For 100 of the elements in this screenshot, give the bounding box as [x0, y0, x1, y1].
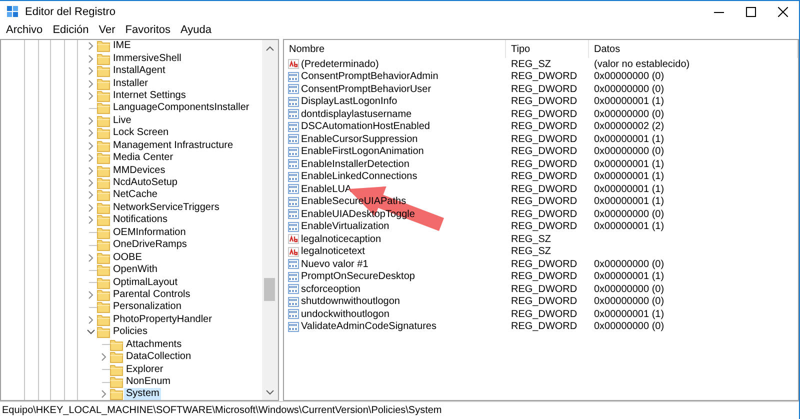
- folder-icon: [97, 189, 110, 202]
- menu-item[interactable]: Favoritos: [121, 24, 175, 36]
- expand-icon[interactable]: [87, 42, 95, 50]
- tree-item[interactable]: NetworkServiceTriggers: [111, 202, 222, 214]
- column-header[interactable]: Nombre: [284, 40, 506, 58]
- maximize-icon[interactable]: [746, 6, 756, 16]
- value-type: REG_DWORD: [511, 171, 578, 182]
- scroll-up-icon[interactable]: [266, 46, 274, 50]
- tree-item[interactable]: Notifications: [111, 214, 170, 226]
- tree-item[interactable]: IME: [111, 40, 133, 52]
- tree-item[interactable]: DataCollection: [124, 351, 194, 364]
- value-name[interactable]: DisplayLastLogonInfo: [301, 96, 398, 108]
- folder-icon: [97, 140, 110, 152]
- expand-icon[interactable]: [87, 166, 95, 175]
- value-name[interactable]: EnableFirstLogonAnimation: [301, 146, 424, 158]
- value-name[interactable]: EnableInstallerDetection: [301, 158, 410, 170]
- value-name[interactable]: Nuevo valor #1: [301, 258, 368, 270]
- value-name[interactable]: EnableCursorSuppression: [301, 134, 418, 145]
- value-data: 0x00000000 (0): [594, 284, 664, 295]
- tree-item[interactable]: Explorer: [124, 364, 166, 376]
- column-header[interactable]: Tipo: [506, 40, 589, 58]
- expand-icon[interactable]: [87, 129, 95, 138]
- menu-item[interactable]: Ayuda: [176, 24, 216, 36]
- value-name[interactable]: scforceoption: [301, 284, 360, 295]
- tree-item[interactable]: NetCache: [111, 189, 160, 202]
- value-name[interactable]: ValidateAdminCodeSignatures: [301, 321, 436, 332]
- tree-item[interactable]: Installer: [111, 78, 150, 90]
- tree-item[interactable]: NcdAutoSetup: [111, 177, 180, 190]
- scroll-down-icon[interactable]: [266, 390, 274, 394]
- value-name[interactable]: EnableLinkedConnections: [301, 171, 418, 182]
- tree-item[interactable]: Attachments: [124, 338, 184, 351]
- expand-icon[interactable]: [87, 67, 95, 76]
- string-value-icon: [288, 246, 299, 257]
- collapse-icon[interactable]: [87, 328, 95, 336]
- column-header[interactable]: Datos: [589, 40, 798, 58]
- tree-item[interactable]: Internet Settings: [111, 90, 188, 102]
- expand-icon[interactable]: [87, 254, 95, 262]
- value-data: 0x00000000 (0): [594, 71, 664, 82]
- folder-icon: [97, 127, 110, 140]
- expand-icon[interactable]: [87, 116, 95, 125]
- tree-item[interactable]: OOBE: [111, 252, 144, 264]
- expand-icon[interactable]: [87, 154, 95, 162]
- expand-icon[interactable]: [87, 54, 95, 63]
- scroll-thumb[interactable]: [264, 278, 275, 301]
- value-name[interactable]: dontdisplaylastusername: [301, 108, 412, 120]
- tree-item[interactable]: MMDevices: [111, 164, 168, 177]
- expand-icon[interactable]: [87, 316, 95, 324]
- value-name[interactable]: ConsentPromptBehaviorAdmin: [301, 71, 438, 82]
- expand-icon[interactable]: [87, 179, 95, 188]
- tree-item[interactable]: Management Infrastructure: [111, 140, 236, 152]
- value-name[interactable]: PromptOnSecureDesktop: [301, 271, 415, 282]
- expand-icon[interactable]: [100, 353, 108, 362]
- tree-item[interactable]: System: [124, 388, 162, 400]
- scrollbar[interactable]: [262, 40, 278, 400]
- tree-item[interactable]: PhotoPropertyHandler: [111, 314, 214, 326]
- expand-icon[interactable]: [87, 142, 95, 150]
- tree-item[interactable]: Personalization: [111, 301, 184, 314]
- tree-item[interactable]: ImmersiveShell: [111, 52, 184, 65]
- tree-item[interactable]: OneDriveRamps: [111, 239, 189, 252]
- value-name[interactable]: legalnoticetext: [301, 246, 365, 258]
- tree-item[interactable]: Lock Screen: [111, 127, 171, 140]
- binary-value-icon: [288, 322, 299, 332]
- tree-item[interactable]: LanguageComponentsInstaller: [111, 102, 252, 114]
- value-name[interactable]: (Predeterminado): [301, 58, 379, 70]
- tree-item[interactable]: OpenWith: [111, 264, 160, 276]
- expand-icon[interactable]: [100, 390, 108, 398]
- value-data: 0x00000001 (1): [594, 271, 664, 282]
- expand-icon[interactable]: [87, 92, 95, 100]
- menu-item[interactable]: Ver: [94, 24, 120, 36]
- expand-icon[interactable]: [87, 216, 95, 224]
- tree-item[interactable]: Parental Controls: [111, 288, 192, 301]
- value-name[interactable]: DSCAutomationHostEnabled: [301, 121, 430, 132]
- tree-item[interactable]: InstallAgent: [111, 65, 168, 78]
- status-path: Equipo\HKEY_LOCAL_MACHINE\SOFTWARE\Microsoft\Windows\CurrentVersion\Policies\System: [2, 405, 442, 416]
- menu-item[interactable]: Archivo: [2, 24, 47, 36]
- value-name[interactable]: shutdownwithoutlogon: [301, 296, 400, 308]
- value-name[interactable]: ConsentPromptBehaviorUser: [301, 84, 432, 95]
- tree-item[interactable]: Policies: [111, 326, 150, 338]
- tree-item[interactable]: Media Center: [111, 152, 176, 164]
- menu-item[interactable]: Edición: [48, 24, 93, 36]
- expand-icon[interactable]: [87, 204, 95, 212]
- tree-item[interactable]: NonEnum: [124, 376, 172, 388]
- folder-icon: [97, 78, 110, 90]
- expand-icon[interactable]: [87, 80, 95, 88]
- value-name[interactable]: legalnoticecaption: [301, 234, 382, 245]
- folder-icon: [97, 102, 110, 114]
- tree-item[interactable]: OptimalLayout: [111, 276, 180, 289]
- value-name[interactable]: undockwithoutlogon: [301, 308, 390, 320]
- expand-icon[interactable]: [87, 191, 95, 200]
- expand-icon[interactable]: [87, 290, 95, 299]
- close-icon[interactable]: [778, 6, 788, 16]
- value-name[interactable]: EnableVirtualization: [301, 221, 390, 232]
- value-type: REG_DWORD: [511, 296, 578, 308]
- tree-item[interactable]: Live: [111, 114, 134, 127]
- value-name[interactable]: EnableLUA: [301, 184, 352, 195]
- folder-icon: [110, 376, 123, 388]
- value-type: REG_DWORD: [511, 84, 578, 95]
- tree-item[interactable]: OEMInformation: [111, 226, 188, 239]
- binary-value-icon: [288, 284, 299, 294]
- binary-value-icon: [288, 259, 299, 270]
